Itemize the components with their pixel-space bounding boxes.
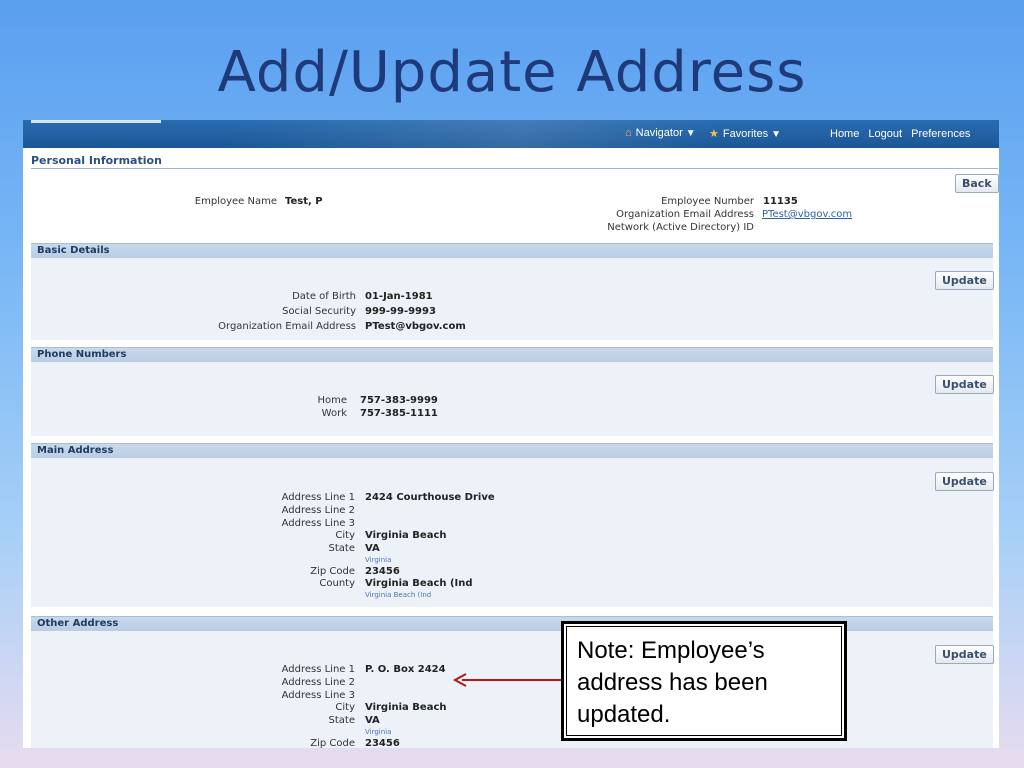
other-address-update-button[interactable]: Update (935, 645, 994, 664)
main-county-description: Virginia Beach (Ind (365, 591, 432, 599)
logout-link[interactable]: Logout (868, 128, 902, 140)
basic-details-header: Basic Details (31, 243, 993, 258)
main-address-header: Main Address (31, 443, 993, 458)
main-state-description: Virginia (365, 556, 392, 564)
favorites-label: Favorites (722, 128, 769, 140)
network-id-label: Network (Active Directory) ID (607, 222, 754, 233)
work-phone-value: 757-385-1111 (360, 408, 438, 419)
section-divider (31, 168, 998, 169)
dropdown-arrow-icon: ▼ (685, 128, 696, 139)
main-address-body (31, 458, 993, 607)
main-county-label: County (319, 578, 355, 589)
main-zip-value: 23456 (365, 566, 400, 577)
basic-update-button[interactable]: Update (935, 271, 994, 290)
app-screenshot: ⌂ Navigator ▼ ★ Favorites ▼ Home Logout Pref… (23, 120, 999, 748)
back-button[interactable]: Back (955, 174, 999, 193)
banner-strip (31, 120, 161, 123)
dob-label: Date of Birth (292, 291, 356, 302)
other-line2-label: Address Line 2 (281, 677, 355, 688)
employee-number-value: 11135 (763, 196, 798, 207)
home-icon: ⌂ (625, 127, 632, 139)
home-link[interactable]: Home (830, 128, 859, 140)
main-state-label: State (328, 543, 355, 554)
favorites-icon: ★ (709, 128, 719, 140)
main-county-value: Virginia Beach (Ind (365, 578, 473, 589)
callout-note-text: Note: Employee’s address has been update… (566, 626, 842, 736)
other-zip-label: Zip Code (310, 738, 355, 748)
callout-arrow-icon (452, 673, 564, 687)
main-city-value: Virginia Beach (365, 530, 447, 541)
main-zip-label: Zip Code (310, 566, 355, 577)
other-state-description: Virginia (365, 728, 392, 736)
phone-numbers-header: Phone Numbers (31, 347, 993, 362)
navigator-label: Navigator (635, 127, 683, 139)
other-state-label: State (328, 715, 355, 726)
navigator-menu[interactable]: ⌂ Navigator ▼ (625, 127, 696, 139)
slide-title: Add/Update Address (217, 40, 807, 105)
dropdown-arrow-icon: ▼ (771, 129, 782, 140)
home-phone-value: 757-383-9999 (360, 395, 438, 406)
phone-numbers-body (31, 362, 993, 436)
main-line3-label: Address Line 3 (281, 518, 355, 529)
employee-name-label: Employee Name (194, 196, 277, 207)
other-state-value: VA (365, 715, 380, 726)
other-zip-value: 23456 (365, 738, 400, 748)
basic-email-value: PTest@vbgov.com (365, 321, 466, 332)
preferences-link[interactable]: Preferences (911, 128, 970, 140)
phone-update-button[interactable]: Update (935, 375, 994, 394)
org-email-link[interactable]: PTest@vbgov.com (762, 209, 852, 220)
work-phone-label: Work (321, 408, 347, 419)
employee-number-label: Employee Number (661, 196, 754, 207)
other-line1-value: P. O. Box 2424 (365, 664, 446, 675)
basic-details-body (31, 258, 993, 340)
main-line1-label: Address Line 1 (281, 492, 355, 503)
basic-email-label: Organization Email Address (218, 321, 356, 332)
main-line2-label: Address Line 2 (281, 505, 355, 516)
org-email-label: Organization Email Address (616, 209, 754, 220)
global-banner: ⌂ Navigator ▼ ★ Favorites ▼ Home Logout Pref… (23, 120, 999, 148)
dob-value: 01-Jan-1981 (365, 291, 433, 302)
main-city-label: City (335, 530, 355, 541)
callout-note: Note: Employee’s address has been update… (561, 621, 847, 741)
main-state-value: VA (365, 543, 380, 554)
other-city-label: City (335, 702, 355, 713)
ssn-value: 999-99-9993 (365, 306, 436, 317)
personal-information-header: Personal Information (31, 154, 162, 167)
other-city-value: Virginia Beach (365, 702, 447, 713)
favorites-menu[interactable]: ★ Favorites ▼ (709, 127, 781, 140)
other-line3-label: Address Line 3 (281, 690, 355, 701)
ssn-label: Social Security (282, 306, 356, 317)
main-address-update-button[interactable]: Update (935, 472, 994, 491)
other-address-header: Other Address (31, 616, 993, 631)
other-address-body (31, 631, 993, 748)
global-links: Home Logout Preferences (830, 128, 976, 140)
main-line1-value: 2424 Courthouse Drive (365, 492, 495, 503)
other-line1-label: Address Line 1 (281, 664, 355, 675)
home-phone-label: Home (317, 395, 347, 406)
employee-name-value: Test, P (285, 196, 323, 207)
